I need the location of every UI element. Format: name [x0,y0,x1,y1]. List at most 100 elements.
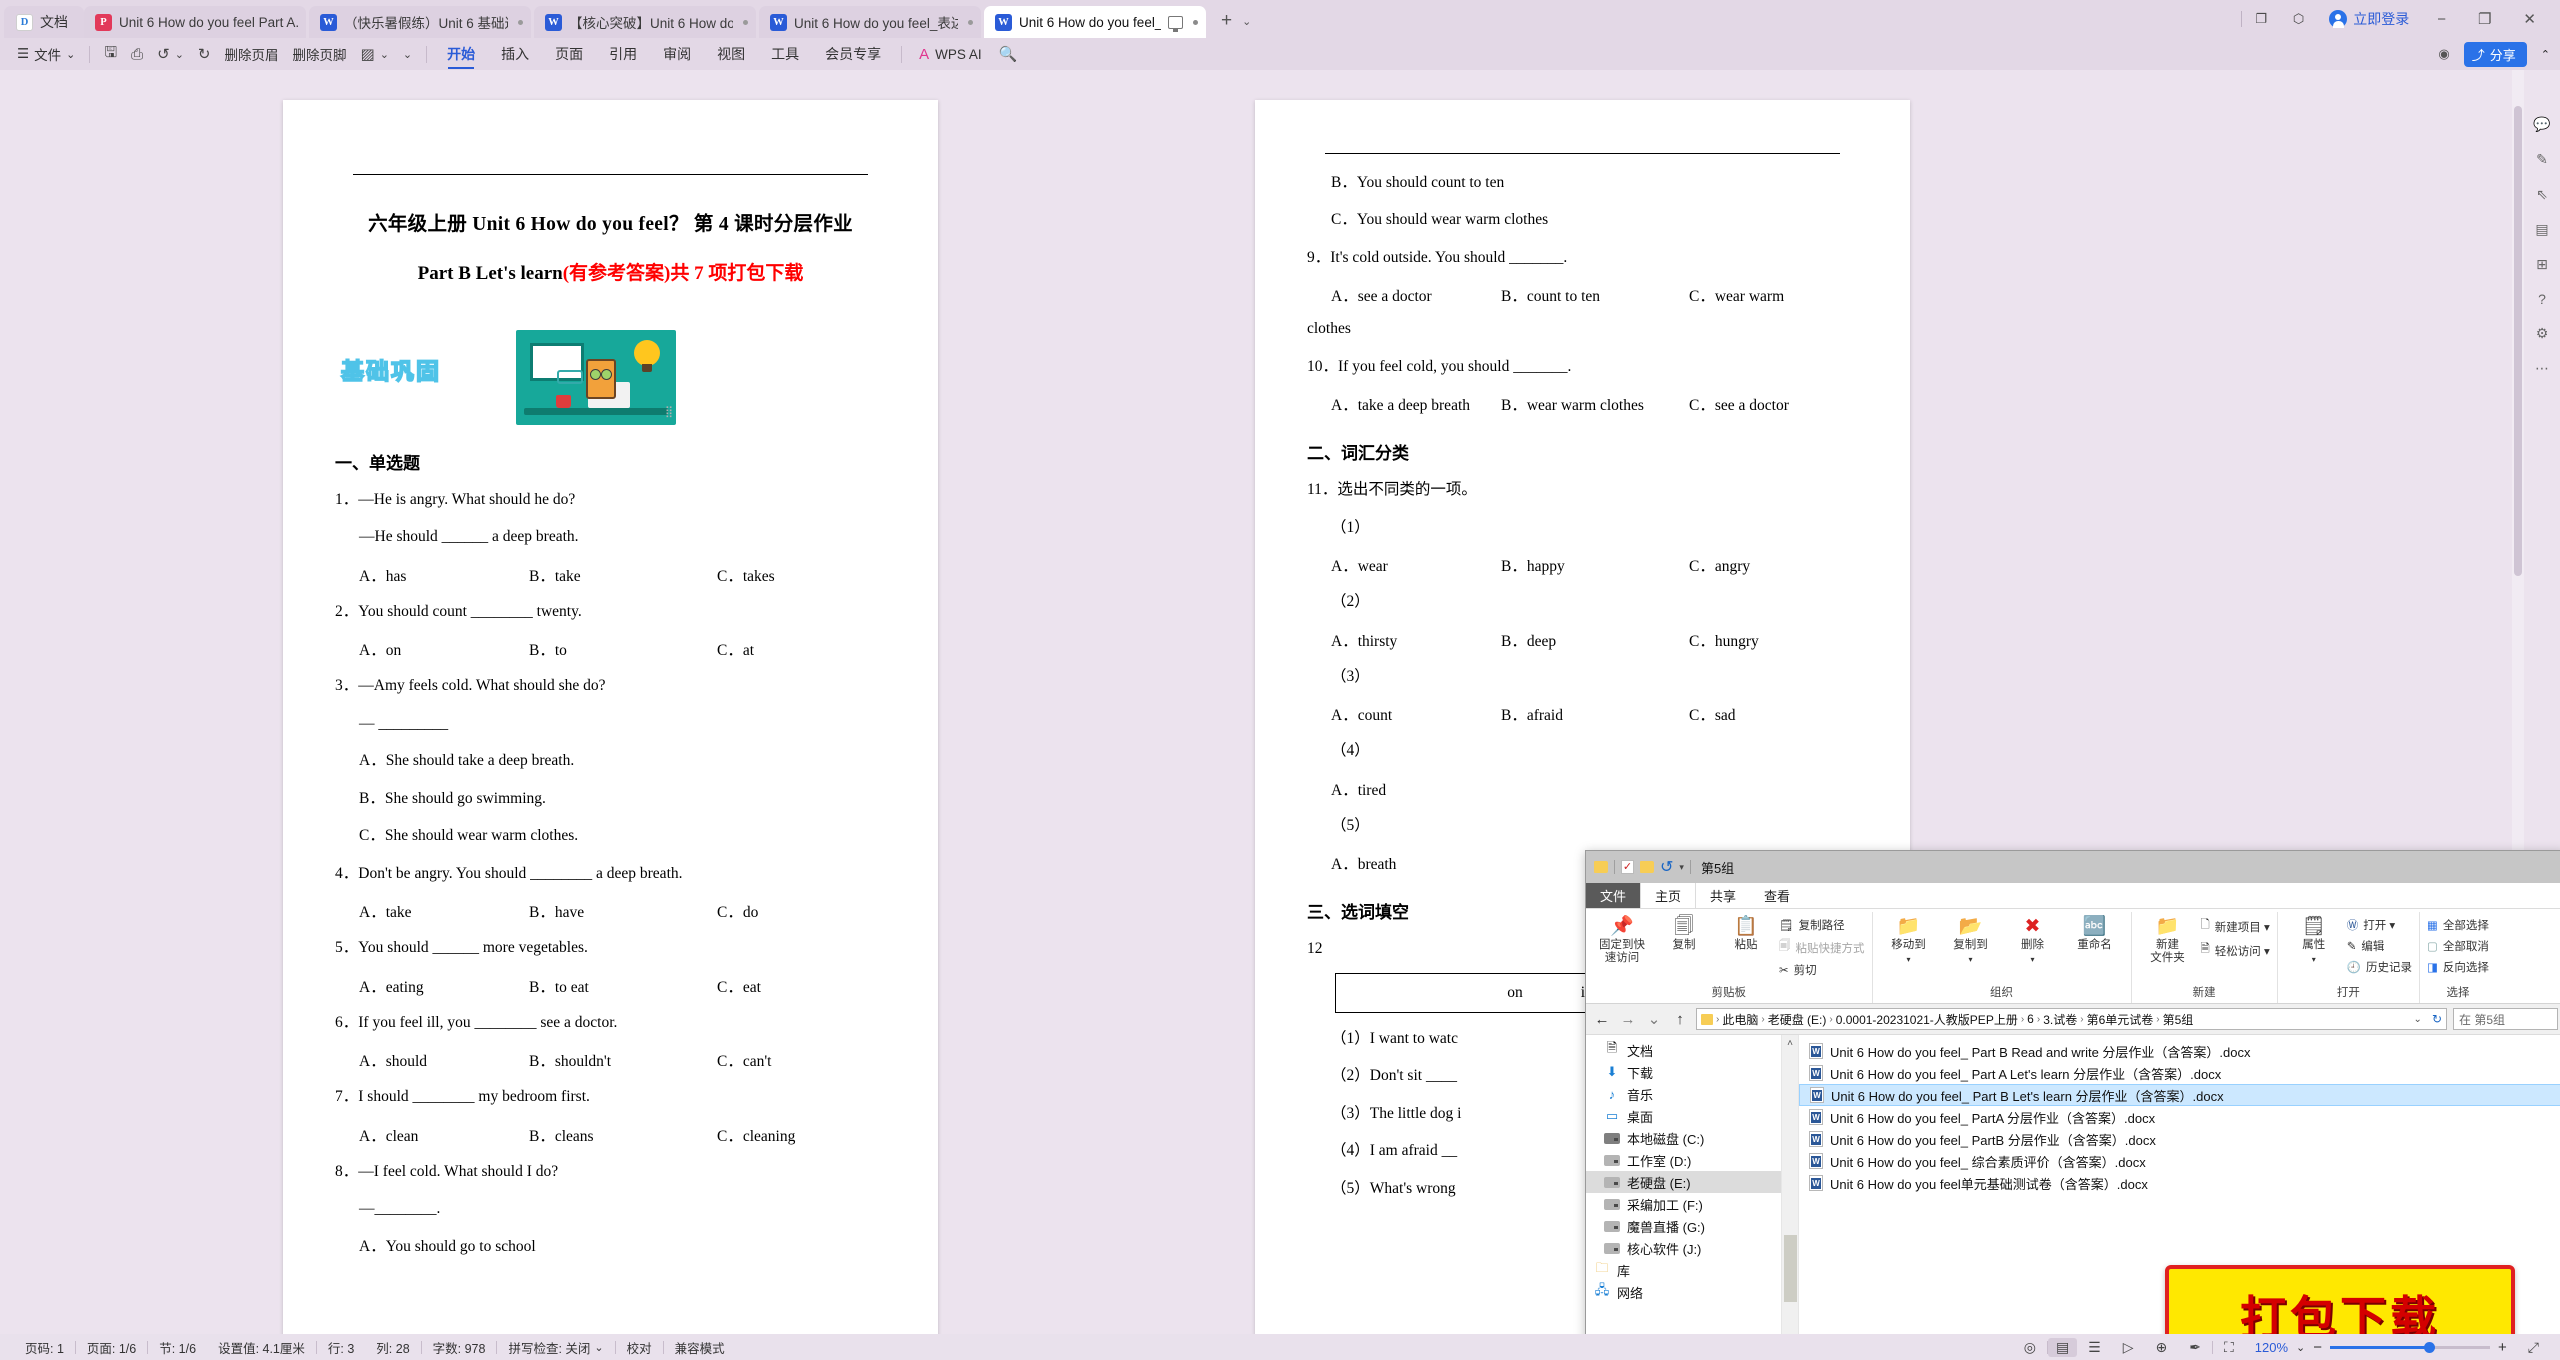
drag-handle[interactable]: ⣿ [665,407,673,418]
status-column[interactable]: 列: 28 [365,1338,420,1357]
document-page-left[interactable]: 六年级上册 Unit 6 How do you feel？ 第 4 课时分层作业… [283,100,938,1336]
breadcrumb-dropdown-icon[interactable]: ⌄ [2414,1014,2422,1025]
help-circle-icon[interactable]: ? [2538,291,2546,307]
zoom-control[interactable]: 120% ⌄ − + [2245,1339,2517,1356]
file-menu-button[interactable]: ☰ 文件 ⌄ [10,41,82,67]
rename-button[interactable]: 🔤 重命名 [2066,912,2124,984]
minimize-button[interactable]: − [2421,0,2462,38]
scroll-up-arrow[interactable]: ˄ [1782,1035,1798,1052]
file-row[interactable]: Unit 6 How do you feel_ 综合素质评价（含答案）.docx [1799,1150,2560,1172]
tab-member[interactable]: 会员专享 [812,39,894,69]
breadcrumb-item-1[interactable]: 老硬盘 (E:) [1768,1011,1827,1028]
scrollbar-thumb[interactable] [1784,1235,1797,1302]
tab-review[interactable]: 审阅 [650,39,704,69]
new-folder-button[interactable]: 📁 新建 文件夹 [2139,912,2197,984]
maximize-button[interactable]: ❐ [2462,0,2507,38]
share-button[interactable]: ⤴ 分享 [2463,41,2527,67]
wps-ai-button[interactable]: A WPS AI [909,46,992,63]
tab-active-part-b[interactable]: W Unit 6 How do you feel_ Pa [984,6,1206,38]
file-row-selected[interactable]: Unit 6 How do you feel_ Part B Let's lea… [1799,1084,2560,1106]
explorer-tab-view[interactable]: 查看 [1750,883,1804,908]
new-item-button[interactable]: 🗋 新建项目 ▾ [2201,917,2270,936]
properties-quick-icon[interactable]: ✓ [1621,860,1634,874]
zoom-out-button[interactable]: − [2313,1339,2322,1356]
history-button[interactable]: 🕘 历史记录 [2347,959,2412,975]
web-view-icon[interactable]: ⊕ [2145,1339,2179,1356]
file-row[interactable]: Unit 6 How do you feel单元基础测试卷（含答案）.docx [1799,1172,2560,1194]
refresh-icon[interactable]: ↻ [2432,1012,2442,1026]
eye-icon[interactable]: ◎ [2013,1339,2047,1356]
nav-item-music[interactable]: ♪ 音乐 [1586,1083,1781,1105]
fullscreen-icon[interactable]: ⤢ [2517,1339,2550,1356]
explorer-tab-share[interactable]: 共享 [1696,883,1750,908]
outline-view-icon[interactable]: ☰ [2077,1339,2112,1356]
tab-insert[interactable]: 插入 [488,39,542,69]
close-button[interactable]: ✕ [2507,0,2552,38]
status-section[interactable]: 节: 1/6 [148,1338,207,1357]
search-icon[interactable]: 🔍 [992,41,1025,67]
nav-item-network[interactable]: 🖧 网络 [1586,1281,1781,1303]
forward-button[interactable]: → [1618,1011,1638,1028]
easy-access-button[interactable]: 🗎 轻松访问 ▾ [2201,941,2270,960]
breadcrumb-item-2[interactable]: 0.0001-20231021-人教版PEP上册 [1836,1011,2018,1028]
cursor-icon[interactable]: ⇖ [2536,186,2548,203]
redo-button[interactable]: ↻ [191,41,218,67]
edit-button[interactable]: ✎ 编辑 [2347,938,2412,954]
tab-core-breakthrough[interactable]: W 【核心突破】Unit 6 How do you [534,6,756,38]
highlight-button[interactable]: ▨ ⌄ [354,41,396,67]
status-page-number[interactable]: 页码: 1 [14,1338,75,1357]
properties-button[interactable]: 🗒 属性 ▾ [2285,912,2343,984]
nav-item-drive-e[interactable]: 老硬盘 (E:) [1586,1171,1781,1193]
nav-item-drive-c[interactable]: 本地磁盘 (C:) [1586,1127,1781,1149]
copy-to-button[interactable]: 📂 复制到 ▾ [1942,912,2000,984]
pen-icon[interactable]: ✎ [2536,151,2548,168]
breadcrumb-item-0[interactable]: 此电脑 [1722,1011,1758,1028]
status-compat-mode[interactable]: 兼容模式 [664,1338,736,1357]
status-proofread[interactable]: 校对 [616,1338,663,1357]
nav-item-library[interactable]: 🗀 库 [1586,1259,1781,1281]
tab-close-dot[interactable] [743,19,748,25]
chevron-down-icon[interactable]: ⌄ [2296,1341,2305,1354]
delete-header-button[interactable]: 删除页眉 [218,41,286,67]
table-icon[interactable]: ⊞ [2536,256,2548,273]
nav-item-desktop[interactable]: ▭ 桌面 [1586,1105,1781,1127]
login-button[interactable]: 立即登录 [2317,9,2421,29]
tab-happy-summer[interactable]: W （快乐暑假练）Unit 6 基础达标卷 [309,6,531,38]
tab-view[interactable]: 视图 [704,39,758,69]
ribbon-collapse-icon[interactable]: ⌃ [2541,48,2550,61]
more-icon[interactable]: ⋯ [2535,360,2549,377]
undo-icon[interactable]: ↺ [1660,857,1673,877]
recent-locations-button[interactable]: ⌄ [1644,1010,1664,1028]
document-home-button[interactable]: D 文档 [4,6,84,38]
file-row[interactable]: Unit 6 How do you feel_ PartB 分层作业（含答案）.… [1799,1128,2560,1150]
pen-view-icon[interactable]: ✒ [2178,1339,2212,1356]
zoom-slider[interactable] [2330,1341,2491,1353]
back-button[interactable]: ← [1592,1011,1612,1028]
select-all-button[interactable]: ▦ 全部选择 [2427,917,2489,933]
status-row[interactable]: 行: 3 [317,1338,365,1357]
status-word-count[interactable]: 字数: 978 [422,1338,497,1357]
file-row[interactable]: Unit 6 How do you feel_ PartA 分层作业（含答案）.… [1799,1106,2560,1128]
chevron-down-icon[interactable]: ▾ [1679,862,1684,873]
tab-express-feelings[interactable]: W Unit 6 How do you feel_表达情 [759,6,981,38]
status-page-of[interactable]: 页面: 1/6 [76,1338,147,1357]
cube-icon[interactable]: ⬡ [2280,0,2317,38]
nav-item-drive-g[interactable]: 魔兽直播 (G:) [1586,1215,1781,1237]
tab-reference[interactable]: 引用 [596,39,650,69]
nav-item-downloads[interactable]: ⬇ 下载 [1586,1061,1781,1083]
comment-icon[interactable]: 💬 [2533,116,2550,133]
explorer-title-bar[interactable]: ✓ ↺ ▾ 第5组 [1586,851,2560,883]
scrollbar-thumb[interactable] [2514,106,2522,576]
save-button[interactable]: 🖫 [97,41,124,67]
fit-page-icon[interactable]: ⛶ [2213,1339,2245,1356]
move-to-button[interactable]: 📁 移动到 ▾ [1880,912,1938,984]
tab-start[interactable]: 开始 [434,39,488,69]
new-tab-button[interactable]: + ⌄ [1209,10,1261,38]
copy-path-button[interactable]: 🗒 复制路径 [1779,917,1865,933]
read-view-icon[interactable]: ▷ [2112,1339,2145,1356]
help-icon[interactable]: ◉ [2438,46,2449,62]
chevron-down-icon[interactable]: ⌄ [1242,15,1251,28]
layers-icon[interactable]: ▤ [2535,221,2548,238]
paste-button[interactable]: 📋 粘贴 [1717,912,1775,984]
tab-close-dot[interactable] [968,19,973,25]
